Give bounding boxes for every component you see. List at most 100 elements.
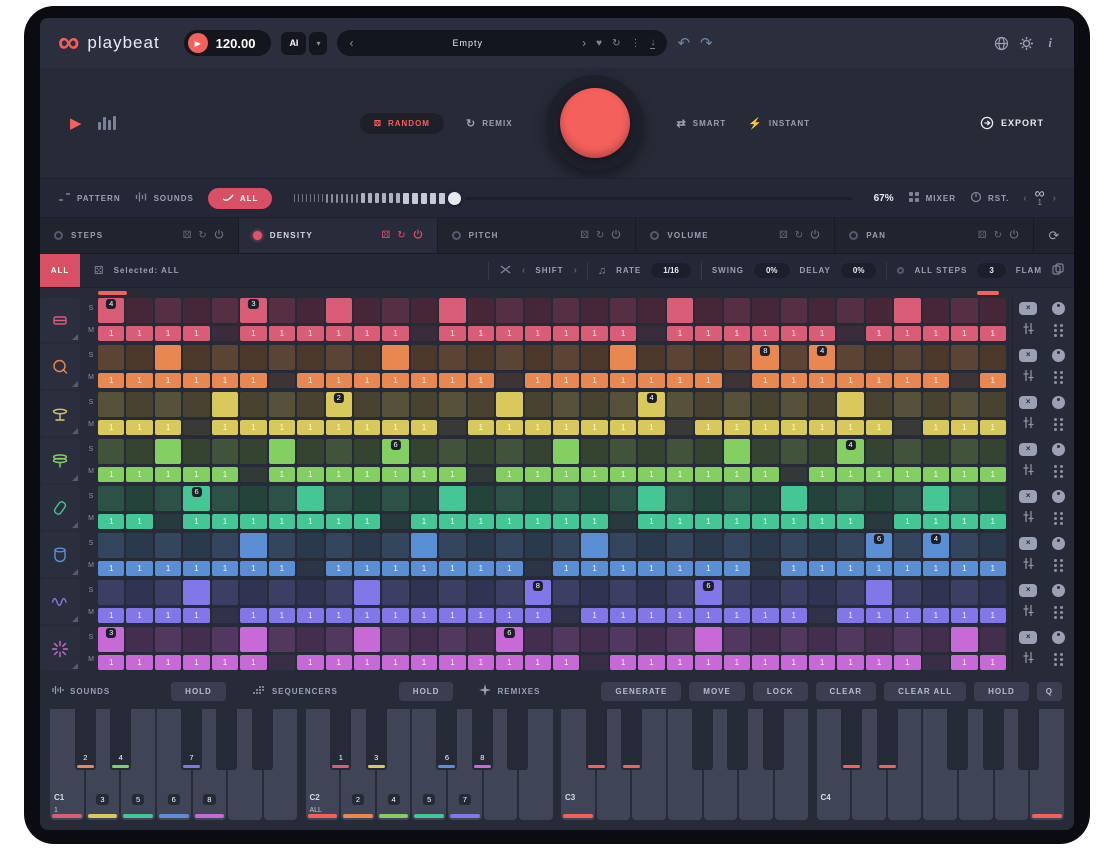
step-cell[interactable] bbox=[439, 627, 465, 652]
step-cell[interactable]: 6 bbox=[183, 486, 209, 511]
micro-step-cell[interactable]: 1 bbox=[354, 326, 380, 341]
micro-step-cell[interactable] bbox=[866, 514, 892, 529]
generate-button[interactable]: GENERATE bbox=[601, 682, 681, 701]
step-cell[interactable] bbox=[354, 486, 380, 511]
track-filter-icon[interactable] bbox=[1022, 557, 1035, 575]
piano-key-black[interactable] bbox=[252, 709, 273, 770]
step-cell[interactable] bbox=[212, 298, 238, 323]
mixer-button[interactable]: MIXER bbox=[908, 191, 956, 205]
micro-step-cell[interactable]: 1 bbox=[183, 608, 209, 623]
step-cell[interactable] bbox=[781, 345, 807, 370]
piano-key-black[interactable]: 7 bbox=[181, 709, 202, 770]
clear-track-button[interactable]: × bbox=[1019, 302, 1037, 315]
micro-step-cell[interactable]: 1 bbox=[439, 561, 465, 576]
micro-step-cell[interactable]: 1 bbox=[269, 608, 295, 623]
step-cell[interactable] bbox=[240, 533, 266, 558]
step-cell[interactable] bbox=[183, 298, 209, 323]
step-cell[interactable] bbox=[610, 345, 636, 370]
micro-step-cell[interactable] bbox=[439, 420, 465, 435]
micro-step-cell[interactable]: 1 bbox=[411, 373, 437, 388]
step-cell[interactable] bbox=[439, 345, 465, 370]
step-cell[interactable] bbox=[240, 392, 266, 417]
step-cell[interactable] bbox=[894, 439, 920, 464]
micro-step-cell[interactable]: 1 bbox=[951, 467, 977, 482]
loop-next-button[interactable]: › bbox=[1053, 193, 1056, 204]
step-cell[interactable] bbox=[269, 298, 295, 323]
step-cell[interactable] bbox=[923, 345, 949, 370]
step-cell[interactable] bbox=[923, 486, 949, 511]
micro-step-cell[interactable] bbox=[923, 655, 949, 670]
piano-key-black[interactable] bbox=[947, 709, 968, 770]
mode-tab-radio[interactable] bbox=[54, 231, 63, 240]
step-cell[interactable] bbox=[638, 439, 664, 464]
micro-step-cell[interactable]: 1 bbox=[212, 514, 238, 529]
micro-step-cell[interactable]: 1 bbox=[240, 420, 266, 435]
piano-key-black[interactable] bbox=[621, 709, 642, 770]
step-cell[interactable] bbox=[581, 486, 607, 511]
step-cell[interactable] bbox=[724, 580, 750, 605]
remix-mode-button[interactable]: ↻ REMIX bbox=[466, 117, 513, 130]
step-cell[interactable] bbox=[468, 392, 494, 417]
micro-step-cell[interactable]: 1 bbox=[837, 514, 863, 529]
micro-step-cell[interactable]: 1 bbox=[411, 420, 437, 435]
micro-step-cell[interactable]: 1 bbox=[439, 655, 465, 670]
step-cell[interactable] bbox=[923, 627, 949, 652]
step-cell[interactable] bbox=[638, 298, 664, 323]
micro-step-cell[interactable]: 1 bbox=[581, 373, 607, 388]
micro-step-cell[interactable]: 1 bbox=[781, 514, 807, 529]
hold-remixes-button[interactable]: HOLD bbox=[974, 682, 1029, 701]
track-pan-knob[interactable] bbox=[1052, 584, 1065, 597]
track-pan-knob[interactable] bbox=[1052, 302, 1065, 315]
micro-step-cell[interactable]: 1 bbox=[326, 373, 352, 388]
step-cell[interactable] bbox=[468, 486, 494, 511]
step-cell[interactable] bbox=[980, 345, 1006, 370]
micro-step-cell[interactable]: 1 bbox=[297, 467, 323, 482]
micro-step-cell[interactable]: 1 bbox=[525, 655, 551, 670]
micro-step-cell[interactable]: 1 bbox=[468, 326, 494, 341]
micro-step-cell[interactable]: 1 bbox=[155, 655, 181, 670]
save-preset-icon[interactable]: ↓ bbox=[650, 37, 655, 49]
step-cell[interactable] bbox=[951, 580, 977, 605]
step-cell[interactable] bbox=[581, 533, 607, 558]
step-cell[interactable] bbox=[667, 486, 693, 511]
micro-step-cell[interactable]: 1 bbox=[326, 326, 352, 341]
micro-step-cell[interactable]: 1 bbox=[183, 514, 209, 529]
micro-step-cell[interactable]: 1 bbox=[752, 467, 778, 482]
shift-left-button[interactable]: ‹ bbox=[522, 265, 525, 276]
micro-step-cell[interactable] bbox=[525, 561, 551, 576]
micro-step-cell[interactable]: 1 bbox=[155, 420, 181, 435]
step-cell[interactable] bbox=[411, 533, 437, 558]
micro-step-cell[interactable] bbox=[638, 326, 664, 341]
step-cell[interactable] bbox=[326, 486, 352, 511]
micro-step-cell[interactable]: 1 bbox=[212, 467, 238, 482]
step-cell[interactable] bbox=[183, 439, 209, 464]
step-cell[interactable] bbox=[297, 627, 323, 652]
step-cell[interactable] bbox=[553, 345, 579, 370]
micro-step-cell[interactable]: 1 bbox=[269, 561, 295, 576]
step-cell[interactable] bbox=[126, 392, 152, 417]
micro-step-cell[interactable]: 1 bbox=[126, 514, 152, 529]
track-pan-knob[interactable] bbox=[1052, 537, 1065, 550]
step-cell[interactable] bbox=[411, 392, 437, 417]
piano-key-black[interactable] bbox=[507, 709, 528, 770]
step-cell[interactable] bbox=[894, 345, 920, 370]
step-cell[interactable] bbox=[951, 345, 977, 370]
micro-step-cell[interactable] bbox=[610, 514, 636, 529]
piano-key-black[interactable] bbox=[727, 709, 748, 770]
step-cell[interactable] bbox=[525, 439, 551, 464]
step-cell[interactable] bbox=[894, 486, 920, 511]
step-cell[interactable]: 3 bbox=[240, 298, 266, 323]
micro-step-cell[interactable]: 1 bbox=[781, 608, 807, 623]
step-cell[interactable] bbox=[724, 392, 750, 417]
micro-step-cell[interactable]: 1 bbox=[411, 608, 437, 623]
step-cell[interactable] bbox=[752, 627, 778, 652]
step-cell[interactable] bbox=[752, 392, 778, 417]
micro-step-cell[interactable]: 1 bbox=[439, 514, 465, 529]
micro-step-cell[interactable]: 1 bbox=[980, 561, 1006, 576]
step-cell[interactable] bbox=[894, 627, 920, 652]
piano-key-black[interactable]: 3 bbox=[366, 709, 387, 770]
micro-step-cell[interactable]: 1 bbox=[752, 655, 778, 670]
step-cell[interactable] bbox=[411, 627, 437, 652]
micro-step-cell[interactable]: 1 bbox=[724, 514, 750, 529]
step-cell[interactable] bbox=[411, 345, 437, 370]
